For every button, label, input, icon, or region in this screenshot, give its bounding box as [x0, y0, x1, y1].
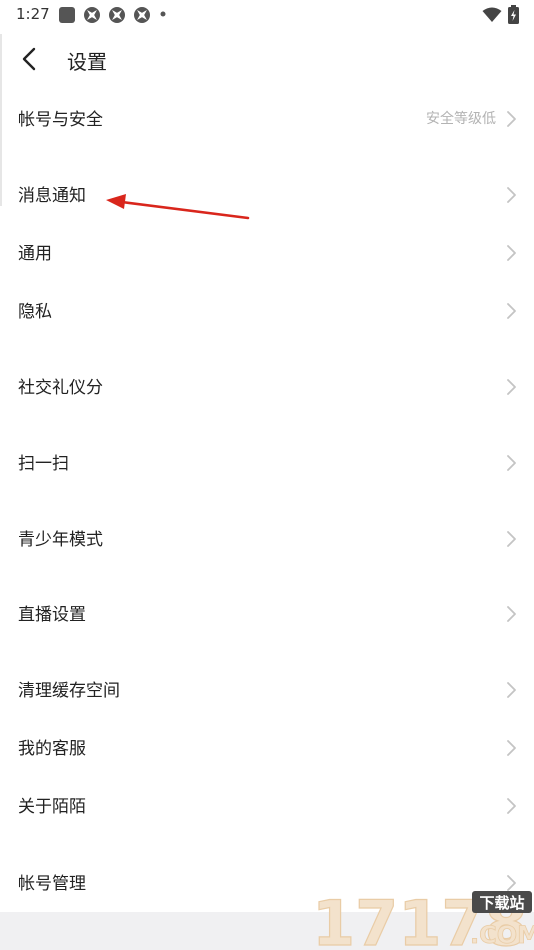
status-bar: 1:27	[0, 0, 534, 30]
row-scan[interactable]: 扫一扫	[0, 435, 534, 491]
chevron-right-icon	[507, 740, 516, 756]
flower-icon	[109, 7, 125, 23]
stop-square-icon	[59, 7, 75, 23]
header-bar: 设置	[0, 36, 534, 82]
row-label: 扫一扫	[18, 454, 69, 474]
chevron-right-icon	[507, 303, 516, 319]
row-label: 关于陌陌	[18, 797, 86, 817]
annotation-arrow	[106, 194, 250, 220]
site-watermark: 17178 下载站 .COM	[311, 886, 534, 950]
chevron-right-icon	[507, 606, 516, 622]
row-label: 青少年模式	[18, 530, 103, 550]
row-general[interactable]: 通用	[0, 225, 534, 281]
chevron-right-icon	[507, 682, 516, 698]
row-live-settings[interactable]: 直播设置	[0, 586, 534, 642]
row-label: 帐号与安全	[18, 110, 103, 130]
row-label: 清理缓存空间	[18, 681, 120, 701]
flower-icon	[134, 7, 150, 23]
row-label: 直播设置	[18, 605, 86, 625]
watermark-domain: .COM	[470, 921, 534, 949]
chevron-right-icon	[507, 798, 516, 814]
row-label: 隐私	[18, 302, 52, 322]
row-account-security[interactable]: 帐号与安全 安全等级低	[0, 91, 534, 147]
chevron-right-icon	[507, 455, 516, 471]
row-label: 通用	[18, 244, 52, 264]
battery-icon	[508, 5, 519, 24]
row-label: 社交礼仪分	[18, 378, 103, 398]
row-clear-cache[interactable]: 清理缓存空间	[0, 662, 534, 718]
chevron-right-icon	[507, 111, 516, 127]
security-level-value: 安全等级低	[426, 111, 496, 127]
page-title: 设置	[67, 50, 107, 74]
row-label: 我的客服	[18, 739, 86, 759]
row-label: 帐号管理	[18, 874, 86, 894]
row-teen-mode[interactable]: 青少年模式	[0, 511, 534, 567]
back-button[interactable]	[14, 43, 46, 75]
chevron-right-icon	[507, 531, 516, 547]
row-message-notification[interactable]: 消息通知	[0, 167, 534, 223]
status-time: 1:27	[16, 5, 50, 23]
watermark-tag: 下载站	[479, 894, 524, 912]
row-customer-service[interactable]: 我的客服	[0, 720, 534, 776]
flower-icon	[84, 7, 100, 23]
chevron-right-icon	[507, 187, 516, 203]
row-social-etiquette-score[interactable]: 社交礼仪分	[0, 359, 534, 415]
row-privacy[interactable]: 隐私	[0, 283, 534, 339]
dot-icon	[160, 11, 166, 17]
row-label: 消息通知	[18, 186, 86, 206]
chevron-right-icon	[507, 245, 516, 261]
chevron-right-icon	[507, 379, 516, 395]
wifi-icon	[482, 7, 502, 22]
row-about[interactable]: 关于陌陌	[0, 778, 534, 834]
back-arrow-icon	[22, 47, 36, 71]
